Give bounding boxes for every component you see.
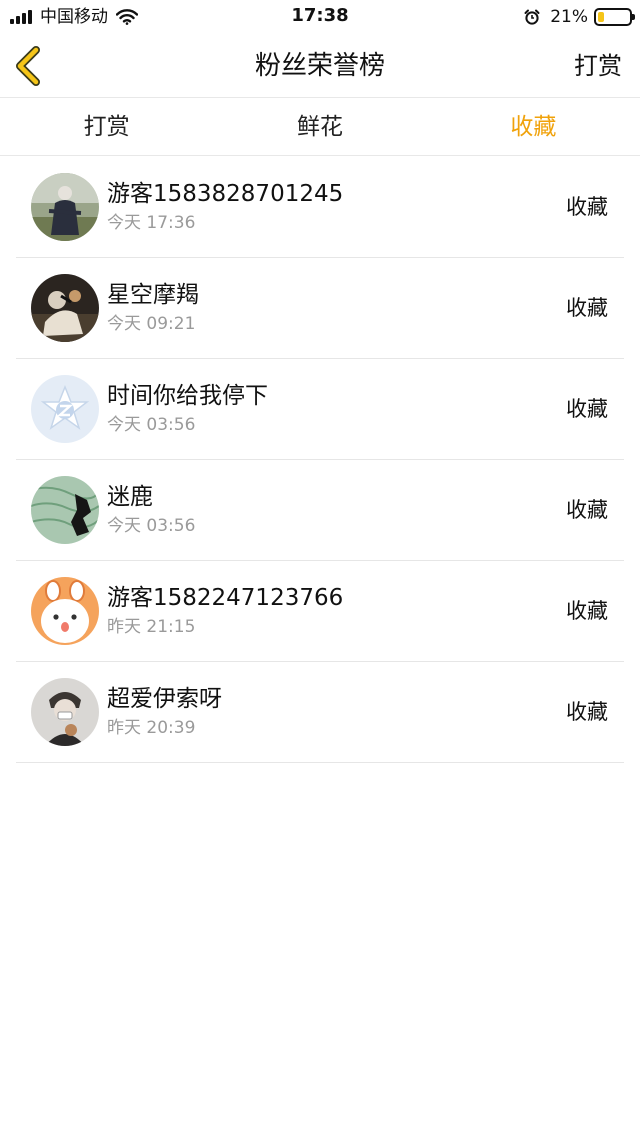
avatar [31,274,99,342]
fan-time: 昨天 21:15 [107,617,196,637]
battery-percent: 21% [550,7,588,27]
action-label: 收藏 [566,397,608,421]
avatar [31,577,99,645]
fan-name: 超爱伊索呀 [107,686,222,712]
fan-name: 时间你给我停下 [107,383,268,409]
fan-list: 游客1583828701245 今天 17:36 收藏 星空摩羯 今天 09:2… [16,157,624,763]
tab-flowers[interactable]: 鲜花 [213,99,426,155]
action-label: 收藏 [566,296,608,320]
list-item[interactable]: 星空摩羯 今天 09:21 收藏 [16,258,624,359]
tab-bar: 打赏 鲜花 收藏 [0,99,640,156]
nav-bar: 粉丝荣誉榜 打赏 [0,34,640,98]
list-item[interactable]: 游客1582247123766 昨天 21:15 收藏 [16,561,624,662]
battery-icon [594,8,635,26]
tab-favorites[interactable]: 收藏 [427,99,640,155]
fan-time: 今天 17:36 [107,213,196,233]
tab-reward[interactable]: 打赏 [0,99,213,155]
action-label: 收藏 [566,498,608,522]
action-label: 收藏 [566,700,608,724]
list-item[interactable]: 迷鹿 今天 03:56 收藏 [16,460,624,561]
avatar [31,678,99,746]
fan-name: 游客1582247123766 [107,585,344,611]
page-title: 粉丝荣誉榜 [254,51,385,81]
fan-time: 今天 03:56 [107,516,196,536]
fan-name: 迷鹿 [107,484,153,510]
status-bar: 中国移动 17:38 21% [0,0,640,34]
avatar [31,476,99,544]
fan-time: 今天 03:56 [107,415,196,435]
reward-button[interactable]: 打赏 [574,34,622,98]
list-item[interactable]: 时间你给我停下 今天 03:56 收藏 [16,359,624,460]
fan-time: 今天 09:21 [107,314,196,334]
action-label: 收藏 [566,599,608,623]
battery-level [598,12,605,22]
action-label: 收藏 [566,195,608,219]
avatar [31,375,99,443]
alarm-icon [524,9,540,25]
list-item[interactable]: 游客1583828701245 今天 17:36 收藏 [16,157,624,258]
fan-time: 昨天 20:39 [107,718,196,738]
fan-name: 星空摩羯 [107,282,199,308]
fan-name: 游客1583828701245 [107,181,344,207]
list-item[interactable]: 超爱伊索呀 昨天 20:39 收藏 [16,662,624,763]
avatar [31,173,99,241]
